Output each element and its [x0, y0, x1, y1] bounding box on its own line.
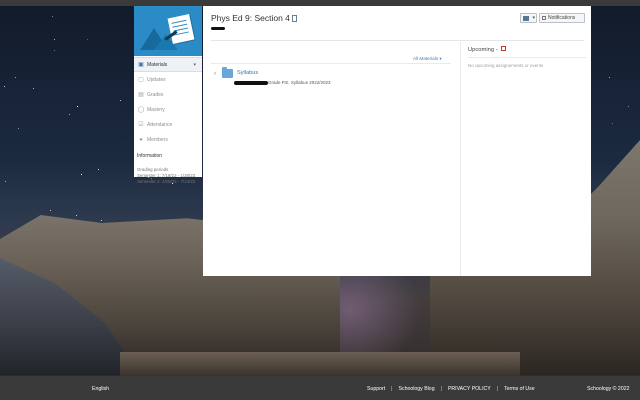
- redaction-mark: [211, 27, 225, 30]
- star: [54, 50, 55, 51]
- star: [609, 77, 610, 78]
- star: [69, 114, 70, 115]
- notifications-button[interactable]: Notifications: [539, 13, 585, 23]
- footer-link-privacy[interactable]: PRIVACY POLICY: [448, 386, 491, 392]
- upcoming-title: Upcoming: [468, 47, 495, 53]
- separator: |: [496, 386, 499, 392]
- sidebar-item-label: Attendance: [147, 121, 173, 128]
- notification-icon: [542, 16, 546, 20]
- footer-link-blog[interactable]: Schoology Blog: [399, 386, 435, 392]
- redaction-mark: [234, 81, 268, 85]
- footer-link-terms[interactable]: Terms of Use: [504, 386, 535, 392]
- star: [87, 39, 88, 40]
- star: [54, 39, 55, 40]
- language-selector[interactable]: English: [92, 386, 109, 392]
- star: [101, 220, 102, 221]
- sidebar-item-mastery[interactable]: ◯ Mastery: [134, 102, 202, 117]
- page-title: Phys Ed 9: Section 4: [211, 13, 297, 23]
- star: [4, 86, 5, 87]
- materials-filter[interactable]: All Materials ▾: [413, 56, 442, 62]
- star: [52, 16, 53, 17]
- sidebar-item-members[interactable]: ● Members: [134, 132, 202, 147]
- divider: [211, 40, 584, 41]
- separator: |: [440, 386, 442, 392]
- updates-icon: ▢: [138, 77, 144, 83]
- sidebar-item-attendance[interactable]: ☑ Attendance: [134, 117, 202, 132]
- upcoming-empty-text: No upcoming assignements or events: [468, 63, 544, 68]
- layout-icon: [523, 16, 529, 21]
- members-icon: ●: [139, 136, 143, 143]
- star: [15, 77, 16, 78]
- sidebar-item-label: Updates: [147, 76, 166, 83]
- star: [81, 174, 82, 175]
- divider: [468, 57, 586, 58]
- sidebar-item-label: Mastery: [147, 106, 165, 113]
- document-graphic: [167, 13, 195, 45]
- notifications-label: Notifications: [548, 15, 576, 21]
- star: [50, 210, 51, 211]
- sidebar-item-label: Grades: [147, 91, 164, 98]
- star: [77, 106, 78, 107]
- grading-periods-text: Semester 1: 7/18/22 - 1/28/23, Semester …: [137, 172, 197, 184]
- star: [98, 169, 99, 170]
- separator: |: [391, 386, 393, 392]
- divider: [211, 63, 451, 64]
- course-nav: ▣ Materials ▾ ▢ Updates ▤ Grades ◯ Maste…: [134, 57, 202, 147]
- list-item[interactable]: › Syllabus Grade P.E. Syllabus 2022/2023: [211, 67, 451, 91]
- upcoming-heading: Upcoming -: [468, 46, 586, 53]
- folder-description: Grade P.E. Syllabus 2022/2023: [268, 80, 331, 85]
- course-title: Phys Ed 9: Section 4: [211, 13, 290, 23]
- chevron-right-icon[interactable]: ›: [214, 71, 216, 77]
- star: [18, 128, 19, 129]
- grading-periods: Grading periods Semester 1: 7/18/22 - 1/…: [137, 167, 201, 184]
- course-image[interactable]: [134, 6, 202, 56]
- materials-panel: All Materials ▾ › Syllabus Grade P.E. Sy…: [211, 42, 451, 272]
- sidebar-item-label: Materials: [147, 61, 168, 68]
- footer-link-support[interactable]: Support: [367, 386, 385, 392]
- footer: English Support | Schoology Blog | PRIVA…: [0, 376, 640, 400]
- star: [612, 123, 613, 124]
- course-main: Phys Ed 9: Section 4 ▾ Notifications All…: [203, 6, 591, 276]
- folder-icon: [222, 67, 233, 78]
- sidebar-item-materials[interactable]: ▣ Materials ▾: [134, 57, 202, 72]
- course-options-icon[interactable]: [291, 15, 297, 22]
- course-options-button[interactable]: ▾: [520, 13, 537, 23]
- attendance-icon: ☑: [138, 122, 144, 128]
- star: [33, 88, 34, 89]
- copyright: Schoology © 2022: [587, 386, 630, 392]
- sidebar-item-grades[interactable]: ▤ Grades: [134, 87, 202, 102]
- sidebar-item-label: Members: [147, 136, 168, 143]
- mastery-icon: ◯: [137, 107, 145, 113]
- materials-filter-label: All Materials: [413, 56, 439, 61]
- chevron-down-icon: ▾: [439, 56, 442, 61]
- canyon-floor: [120, 352, 520, 376]
- column-divider: [460, 42, 461, 276]
- information-heading: Information: [137, 153, 163, 159]
- grades-icon: ▤: [138, 92, 144, 98]
- star: [5, 181, 6, 182]
- course-sidebar: ▣ Materials ▾ ▢ Updates ▤ Grades ◯ Maste…: [134, 6, 202, 184]
- star: [628, 106, 629, 107]
- materials-icon: ▣: [138, 62, 144, 68]
- sidebar-item-updates[interactable]: ▢ Updates: [134, 72, 202, 87]
- chevron-down-icon: ▾: [193, 61, 196, 68]
- star: [76, 215, 77, 216]
- chevron-down-icon: ▾: [532, 15, 535, 21]
- upcoming-panel: Upcoming - No upcoming assignements or e…: [468, 46, 586, 68]
- calendar-icon[interactable]: [501, 46, 507, 51]
- folder-name-link[interactable]: Syllabus: [237, 70, 258, 76]
- footer-links: Support | Schoology Blog | PRIVACY POLIC…: [367, 386, 535, 392]
- star: [120, 100, 121, 101]
